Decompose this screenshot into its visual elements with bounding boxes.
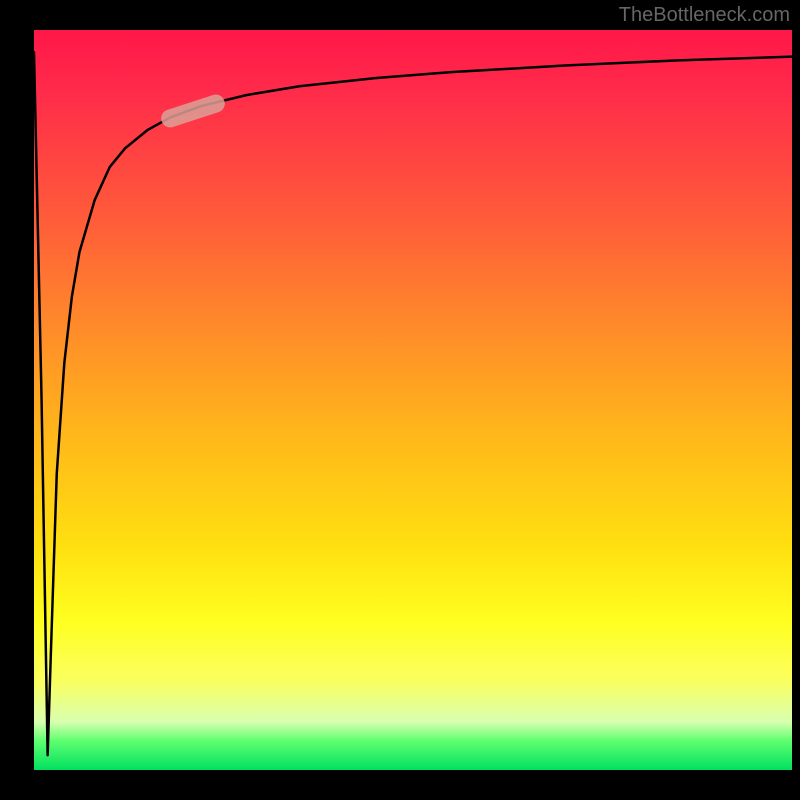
watermark-label: TheBottleneck.com bbox=[619, 4, 790, 27]
bottleneck-curve bbox=[34, 52, 792, 755]
curve-svg bbox=[34, 30, 792, 770]
plot-area bbox=[34, 30, 792, 770]
